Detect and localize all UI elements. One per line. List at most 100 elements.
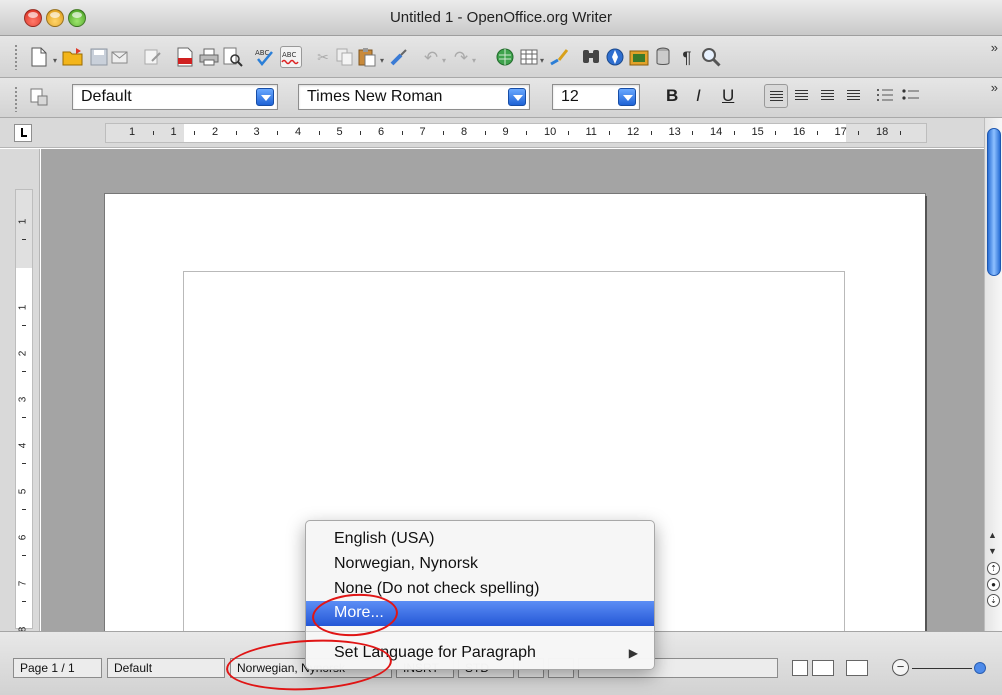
ruler-top-margin bbox=[16, 190, 32, 268]
italic-button[interactable]: I bbox=[696, 86, 701, 106]
redo-icon[interactable]: ↷ bbox=[450, 46, 472, 68]
previous-page-icon[interactable]: ⇡ bbox=[987, 562, 1000, 575]
chevron-down-icon[interactable] bbox=[618, 88, 636, 106]
formatting-marks-icon[interactable]: ¶ bbox=[676, 46, 698, 68]
paragraph-style-combo[interactable]: Default bbox=[72, 84, 278, 110]
ruler-tick bbox=[235, 131, 237, 135]
ruler-number: 4 bbox=[17, 442, 29, 449]
menu-item-more[interactable]: More... bbox=[306, 601, 654, 626]
data-sources-icon[interactable] bbox=[652, 46, 674, 68]
edit-file-icon[interactable] bbox=[142, 46, 164, 68]
email-icon[interactable] bbox=[110, 46, 132, 68]
ruler-number: 4 bbox=[295, 126, 302, 138]
print-icon[interactable] bbox=[198, 46, 220, 68]
table-icon[interactable] bbox=[518, 46, 540, 68]
align-left-button[interactable] bbox=[764, 84, 788, 108]
ruler-number: 10 bbox=[544, 126, 557, 138]
menu-item-norwegian-nynorsk[interactable]: Norwegian, Nynorsk bbox=[306, 552, 654, 577]
draw-functions-icon[interactable] bbox=[548, 46, 570, 68]
zoom-slider-thumb[interactable] bbox=[974, 662, 986, 674]
chevron-down-icon[interactable]: ▾ bbox=[380, 56, 386, 65]
ruler-tick bbox=[567, 131, 569, 135]
styles-formatting-icon[interactable] bbox=[28, 86, 50, 108]
title-bar: Untitled 1 - OpenOffice.org Writer bbox=[0, 0, 1002, 36]
clone-formatting-icon[interactable] bbox=[388, 46, 410, 68]
vertical-ruler-row: 1123456789 bbox=[0, 149, 40, 694]
ruler-number: 1 bbox=[170, 126, 177, 138]
chevron-down-icon[interactable]: ▾ bbox=[472, 56, 478, 65]
ruler-tick bbox=[22, 239, 26, 240]
ruler-number: 6 bbox=[17, 534, 29, 541]
hyperlink-globe-icon[interactable] bbox=[494, 46, 516, 68]
bullets-button[interactable] bbox=[900, 84, 924, 108]
paste-icon[interactable] bbox=[356, 46, 378, 68]
print-preview-icon[interactable] bbox=[222, 46, 244, 68]
vertical-ruler[interactable]: 1123456789 bbox=[15, 189, 33, 694]
multi-page-view-icon[interactable] bbox=[812, 660, 834, 676]
ruler-number: 16 bbox=[793, 126, 806, 138]
gallery-icon[interactable] bbox=[628, 46, 650, 68]
zoom-magnifier-icon[interactable] bbox=[700, 46, 722, 68]
binoculars-find-icon[interactable] bbox=[580, 46, 602, 68]
font-name-combo[interactable]: Times New Roman bbox=[298, 84, 530, 110]
ruler-tick bbox=[194, 131, 196, 135]
scroll-up-icon[interactable]: ▲ bbox=[988, 530, 997, 540]
align-center-button[interactable] bbox=[790, 84, 814, 108]
single-page-view-icon[interactable] bbox=[792, 660, 808, 676]
vertical-scrollbar[interactable]: ▲ ▼ ⇡ ● ⇣ bbox=[984, 118, 1002, 631]
page-style-field[interactable]: Default bbox=[107, 658, 225, 678]
font-size-combo[interactable]: 12 bbox=[552, 84, 640, 110]
zoom-slider[interactable] bbox=[912, 668, 972, 669]
justify-icon bbox=[847, 90, 860, 101]
toolbar-grip[interactable] bbox=[14, 44, 18, 70]
chevron-down-icon[interactable] bbox=[508, 88, 526, 106]
scroll-down-icon[interactable]: ▼ bbox=[988, 546, 997, 556]
menu-item-english-usa[interactable]: English (USA) bbox=[306, 527, 654, 552]
ruler-tick bbox=[650, 131, 652, 135]
book-view-icon[interactable] bbox=[846, 660, 868, 676]
save-icon[interactable] bbox=[88, 46, 110, 68]
menu-item-set-language-paragraph[interactable]: Set Language for Paragraph ▶ bbox=[306, 641, 654, 666]
toolbar-overflow-button[interactable]: » bbox=[991, 81, 998, 94]
chevron-down-icon[interactable] bbox=[256, 88, 274, 106]
chevron-down-icon[interactable]: ▾ bbox=[540, 56, 546, 65]
horizontal-ruler-row: 1 1 2 3 4 5 6 7 8 9 10 11 12 13 14 15 16 17 18 bbox=[0, 118, 1002, 148]
justify-button[interactable] bbox=[842, 84, 866, 108]
new-document-icon[interactable] bbox=[28, 46, 50, 68]
scrollbar-thumb[interactable] bbox=[987, 128, 1001, 276]
spellcheck-icon[interactable]: ABC bbox=[254, 46, 276, 68]
ruler-tick bbox=[401, 131, 403, 135]
page-indicator[interactable]: Page 1 / 1 bbox=[13, 658, 102, 678]
submenu-arrow-icon: ▶ bbox=[628, 646, 638, 660]
align-right-button[interactable] bbox=[816, 84, 840, 108]
chevron-down-icon[interactable]: ▾ bbox=[442, 56, 448, 65]
undo-icon[interactable]: ↶ bbox=[420, 46, 442, 68]
ruler-tick bbox=[22, 555, 26, 556]
ruler-tick bbox=[22, 417, 26, 418]
menu-item-no-spellcheck[interactable]: None (Do not check spelling) bbox=[306, 577, 654, 602]
next-page-icon[interactable]: ⇣ bbox=[987, 594, 1000, 607]
navigation-icon[interactable]: ● bbox=[987, 578, 1000, 591]
export-pdf-icon[interactable] bbox=[174, 46, 196, 68]
zoom-out-button[interactable]: − bbox=[892, 659, 909, 676]
ruler-number: 11 bbox=[585, 126, 597, 138]
ruler-number: 5 bbox=[336, 126, 343, 138]
bold-button[interactable]: B bbox=[666, 86, 678, 106]
ruler-tick bbox=[899, 131, 901, 135]
underline-button[interactable]: U bbox=[722, 86, 734, 106]
toolbar-overflow-button[interactable]: » bbox=[991, 41, 998, 54]
copy-icon[interactable] bbox=[334, 46, 356, 68]
autospellcheck-icon[interactable]: ABC bbox=[280, 46, 302, 68]
ruler-tick bbox=[609, 131, 611, 135]
svg-text:ABC: ABC bbox=[282, 51, 296, 59]
tab-type-button[interactable] bbox=[14, 124, 32, 142]
open-folder-icon[interactable] bbox=[62, 46, 84, 68]
toolbar-grip[interactable] bbox=[14, 86, 18, 112]
chevron-down-icon[interactable]: ▾ bbox=[53, 56, 59, 65]
numbering-button[interactable] bbox=[874, 84, 898, 108]
ruler-number: 7 bbox=[419, 126, 426, 138]
horizontal-ruler[interactable]: 1 1 2 3 4 5 6 7 8 9 10 11 12 13 14 15 16 17 18 bbox=[105, 123, 927, 143]
cut-icon[interactable]: ✂ bbox=[312, 46, 334, 68]
align-right-icon bbox=[821, 90, 834, 101]
navigator-compass-icon[interactable] bbox=[604, 46, 626, 68]
